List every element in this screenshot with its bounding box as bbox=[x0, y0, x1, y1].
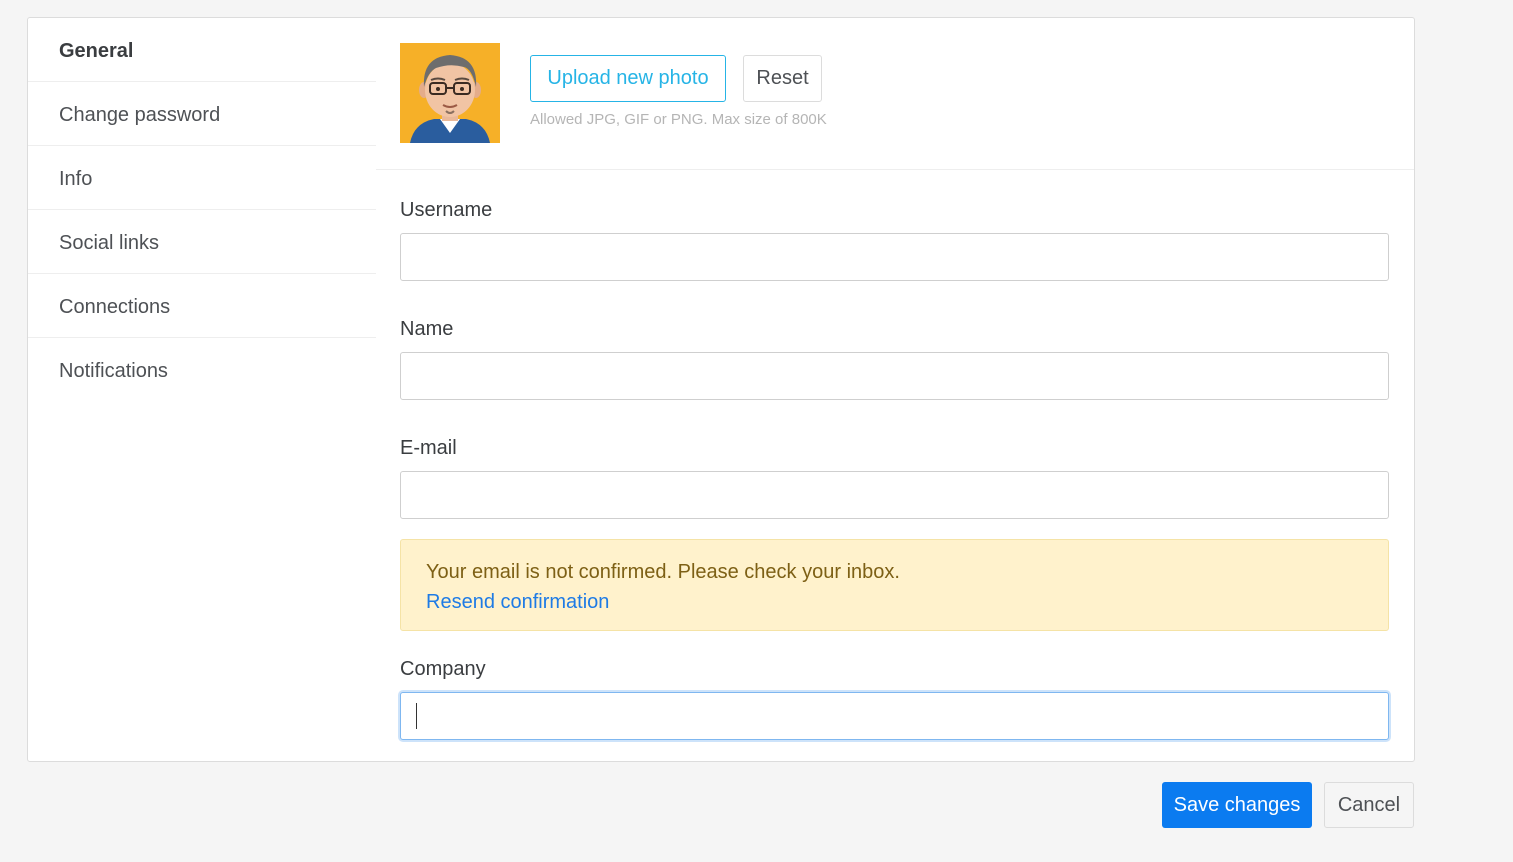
upload-photo-button[interactable]: Upload new photo bbox=[530, 55, 726, 102]
company-input-wrap bbox=[400, 692, 1390, 740]
alert-text: Your email is not confirmed. Please chec… bbox=[426, 561, 900, 583]
settings-main: Upload new photo Reset Allowed JPG, GIF … bbox=[376, 18, 1414, 761]
settings-card: General Change password Info Social link… bbox=[27, 17, 1415, 762]
email-warning-alert: Your email is not confirmed. Please chec… bbox=[400, 539, 1389, 631]
company-input[interactable] bbox=[400, 692, 1389, 740]
company-group: Company bbox=[400, 657, 1390, 740]
sidebar-item-notifications[interactable]: Notifications bbox=[28, 338, 376, 402]
photo-section: Upload new photo Reset Allowed JPG, GIF … bbox=[376, 18, 1414, 170]
username-input[interactable] bbox=[400, 233, 1389, 281]
company-label: Company bbox=[400, 658, 486, 680]
sidebar-item-general[interactable]: General bbox=[28, 18, 376, 82]
reset-photo-button[interactable]: Reset bbox=[743, 55, 822, 102]
avatar bbox=[400, 43, 500, 143]
cancel-button[interactable]: Cancel bbox=[1324, 782, 1414, 828]
name-input[interactable] bbox=[400, 352, 1389, 400]
sidebar-item-social-links[interactable]: Social links bbox=[28, 210, 376, 274]
general-form: Username Name E-mail Your email is not c… bbox=[400, 198, 1390, 776]
name-label: Name bbox=[400, 318, 454, 340]
email-group: E-mail bbox=[400, 436, 1390, 519]
photo-hint: Allowed JPG, GIF or PNG. Max size of 800… bbox=[530, 111, 827, 128]
username-label: Username bbox=[400, 199, 493, 221]
email-label: E-mail bbox=[400, 437, 457, 459]
sidebar-item-info[interactable]: Info bbox=[28, 146, 376, 210]
sidebar-item-change-password[interactable]: Change password bbox=[28, 82, 376, 146]
username-group: Username bbox=[400, 198, 1390, 281]
resend-confirmation-link[interactable]: Resend confirmation bbox=[426, 590, 609, 614]
text-caret bbox=[416, 703, 417, 729]
settings-sidebar: General Change password Info Social link… bbox=[28, 18, 376, 761]
save-changes-button[interactable]: Save changes bbox=[1162, 782, 1312, 828]
sidebar-item-connections[interactable]: Connections bbox=[28, 274, 376, 338]
email-input[interactable] bbox=[400, 471, 1389, 519]
name-group: Name bbox=[400, 317, 1390, 400]
